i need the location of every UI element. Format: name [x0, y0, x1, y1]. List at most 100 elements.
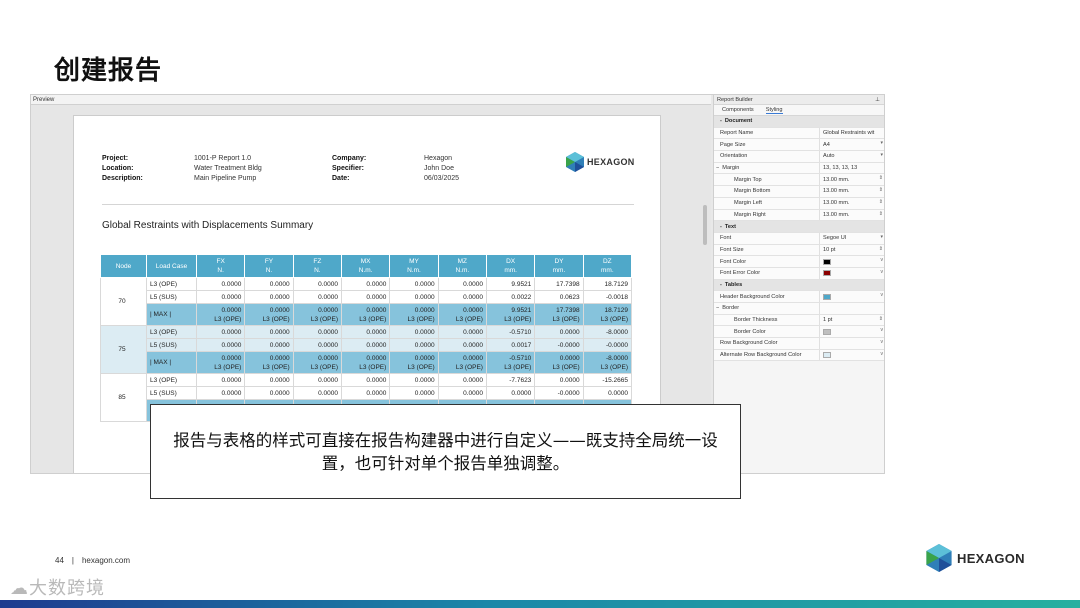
- dropdown-arrow-icon[interactable]: v: [881, 269, 884, 275]
- property-value[interactable]: v: [819, 256, 884, 267]
- value-cell: 0.0000: [389, 277, 439, 291]
- slide-footer: 44 | hexagon.com: [55, 556, 130, 565]
- max-value-cell: 9.9521 L3 (OPE): [485, 303, 536, 326]
- dropdown-arrow-icon[interactable]: v: [881, 339, 884, 345]
- builder-section[interactable]: - Tables: [714, 279, 884, 292]
- builder-property-row[interactable]: Alternate Row Background Color v: [714, 349, 884, 362]
- builder-property-row[interactable]: Margin Top 13.00 mm. ⇕: [714, 174, 884, 187]
- builder-property-row[interactable]: Page Size A4 ▾: [714, 139, 884, 152]
- max-value-cell: 18.7129 L3 (OPE): [582, 303, 633, 326]
- property-value[interactable]: A4 ▾: [819, 139, 884, 151]
- report-builder-header: Report Builder ⊥: [714, 95, 884, 105]
- property-label-text: Document: [724, 118, 753, 125]
- property-value[interactable]: 13.00 mm. ⇕: [819, 174, 884, 186]
- value-cell: 0.0000: [340, 373, 391, 387]
- builder-property-row[interactable]: Font Error Color v: [714, 267, 884, 280]
- color-swatch[interactable]: [823, 258, 831, 265]
- builder-property-row[interactable]: Margin Left 13.00 mm. ⇕: [714, 197, 884, 210]
- property-value[interactable]: v: [819, 349, 884, 361]
- dropdown-arrow-icon[interactable]: v: [881, 351, 884, 357]
- property-label: Margin Bottom: [714, 188, 819, 194]
- color-swatch[interactable]: [823, 328, 831, 335]
- tab-components[interactable]: Components: [722, 107, 754, 113]
- property-value[interactable]: [819, 303, 884, 314]
- builder-property-row[interactable]: Font Segoe UI ▾: [714, 232, 884, 245]
- value-cell: 0.0000: [244, 338, 294, 352]
- color-swatch[interactable]: [823, 270, 831, 277]
- builder-property-row[interactable]: Margin Bottom 13.00 mm. ⇕: [714, 186, 884, 198]
- value-cell: -0.5710: [485, 325, 536, 339]
- company-label: Company:: [332, 155, 367, 162]
- spinner-icon[interactable]: ⇕: [879, 246, 883, 252]
- dropdown-arrow-icon[interactable]: v: [881, 327, 884, 333]
- pin-icon[interactable]: ⊥: [875, 95, 880, 105]
- max-value: 0.0000: [366, 354, 387, 362]
- max-label-cell: | MAX |: [146, 351, 197, 374]
- property-value[interactable]: v: [819, 338, 884, 349]
- property-value[interactable]: v: [819, 291, 884, 302]
- builder-property-row[interactable]: − Border: [714, 303, 884, 315]
- property-value[interactable]: 13.00 mm. ⇕: [819, 209, 884, 221]
- builder-property-row[interactable]: Border Color v: [714, 326, 884, 339]
- dropdown-arrow-icon[interactable]: v: [881, 292, 884, 298]
- color-swatch[interactable]: [823, 293, 831, 300]
- column-header: MZ N.m.: [437, 254, 487, 278]
- value-cell: 0.0000: [437, 338, 487, 352]
- property-label-text: Margin: [722, 165, 740, 172]
- builder-property-row[interactable]: Report Name Global Restraints wit: [714, 127, 884, 140]
- dropdown-arrow-icon[interactable]: ▾: [880, 140, 883, 146]
- dropdown-arrow-icon[interactable]: ▾: [880, 234, 883, 240]
- builder-property-row[interactable]: Orientation Auto ▾: [714, 151, 884, 163]
- tab-styling[interactable]: Styling: [765, 107, 783, 114]
- builder-property-row[interactable]: Row Background Color v: [714, 338, 884, 350]
- max-row: | MAX | 0.0000 L3 (OPE) 0.0000 L3 (OPE) 0.000…: [101, 351, 633, 374]
- preview-scrollbar[interactable]: [703, 205, 707, 245]
- value-cell: 0.0000: [485, 386, 536, 400]
- spinner-icon[interactable]: ⇕: [879, 316, 883, 322]
- property-label-text: Alternate Row Background Color: [720, 352, 802, 359]
- property-value[interactable]: Global Restraints wit: [819, 127, 884, 139]
- builder-section[interactable]: - Document: [714, 116, 884, 128]
- expand-toggle-icon[interactable]: −: [716, 305, 719, 311]
- expand-toggle-icon[interactable]: -: [720, 118, 722, 124]
- dropdown-arrow-icon[interactable]: ▾: [880, 152, 883, 158]
- builder-property-row[interactable]: Margin Right 13.00 mm. ⇕: [714, 209, 884, 222]
- builder-property-row[interactable]: Font Color v: [714, 256, 884, 268]
- property-label-text: Header Background Color: [720, 293, 785, 300]
- max-load-case: L3 (OPE): [504, 315, 532, 323]
- builder-property-row[interactable]: Font Size 10 pt ⇕: [714, 244, 884, 257]
- column-header-label: DZ: [602, 258, 612, 265]
- property-value[interactable]: 13.00 mm. ⇕: [819, 186, 884, 197]
- dropdown-arrow-icon[interactable]: v: [881, 257, 884, 263]
- property-value[interactable]: 13, 13, 13, 13: [819, 162, 884, 174]
- property-value[interactable]: Auto ▾: [819, 151, 884, 162]
- builder-property-row[interactable]: − Margin 13, 13, 13, 13: [714, 162, 884, 175]
- property-value-text: 13, 13, 13, 13: [823, 165, 858, 172]
- builder-property-row[interactable]: Border Thickness 1 pt ⇕: [714, 314, 884, 327]
- max-value: -0.5710: [509, 354, 532, 362]
- property-value[interactable]: 1 pt ⇕: [819, 314, 884, 326]
- expand-toggle-icon[interactable]: −: [716, 165, 719, 171]
- property-value[interactable]: 13.00 mm. ⇕: [819, 197, 884, 209]
- spinner-icon[interactable]: ⇕: [879, 175, 883, 181]
- property-label: − Border: [714, 305, 819, 311]
- property-value[interactable]: 10 pt ⇕: [819, 244, 884, 256]
- expand-toggle-icon[interactable]: -: [720, 224, 722, 230]
- column-header: FY N.: [244, 254, 294, 278]
- expand-toggle-icon[interactable]: -: [720, 282, 722, 288]
- color-swatch[interactable]: [823, 352, 831, 359]
- footer-site[interactable]: hexagon.com: [82, 556, 130, 565]
- property-value[interactable]: Segoe UI ▾: [819, 232, 884, 244]
- property-label: Margin Right: [714, 212, 819, 218]
- restraints-table: Node Load Case FX N. FY N. FZ N. MX N.m. MY N.m. MZ N…: [100, 254, 633, 422]
- max-value-cell: 0.0000 L3 (OPE): [437, 303, 487, 326]
- builder-property-row[interactable]: Header Background Color v: [714, 291, 884, 303]
- property-value[interactable]: v: [819, 326, 884, 338]
- builder-section[interactable]: - Text: [714, 221, 884, 233]
- spinner-icon[interactable]: ⇕: [879, 211, 883, 217]
- property-label: Font Error Color: [714, 270, 819, 276]
- property-value[interactable]: v: [819, 267, 884, 279]
- spinner-icon[interactable]: ⇕: [879, 199, 883, 205]
- spinner-icon[interactable]: ⇕: [879, 187, 883, 193]
- value-cell: 0.0000: [389, 338, 439, 352]
